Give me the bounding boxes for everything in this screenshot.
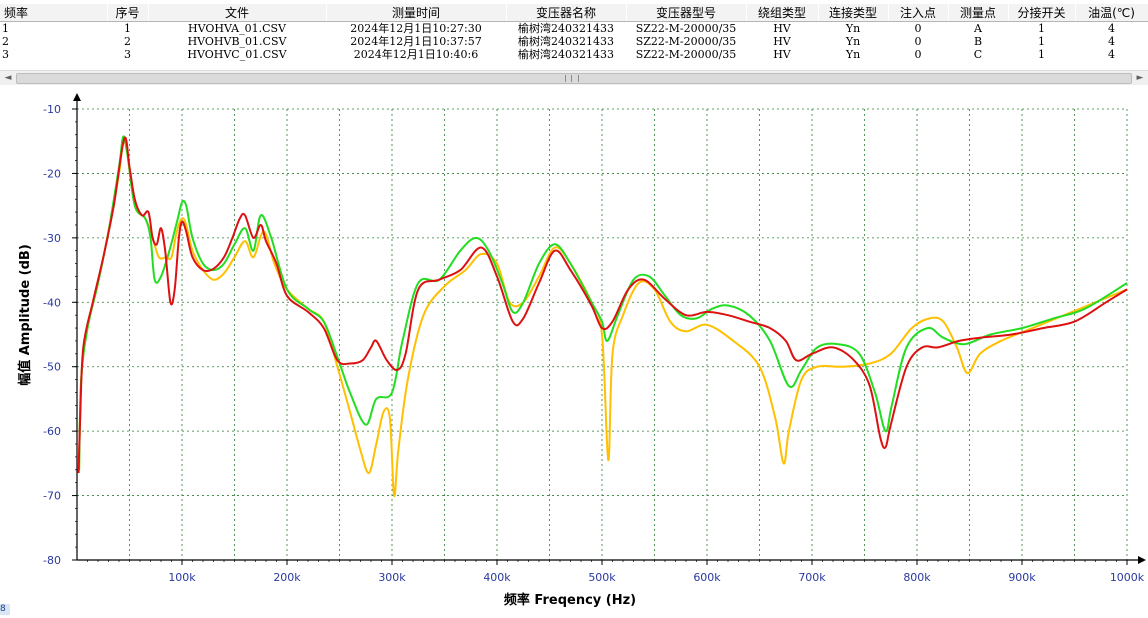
- column-header-measure-point[interactable]: 测量点: [947, 4, 1009, 22]
- cell-frequency: 1: [2, 22, 9, 35]
- cell-measure-time: 2024年12月1日10:37:57: [350, 35, 482, 48]
- fra-chart[interactable]: -10 -20 -30 -40 -50 -60 -70 -80 100k 200k 300k 400k…: [0, 86, 1148, 615]
- cell-index: 3: [124, 48, 131, 61]
- column-header-file[interactable]: 文件: [147, 4, 327, 22]
- y-tick-label: -40: [43, 296, 61, 309]
- y-axis-label: 幅值 Amplitude (dB): [17, 244, 33, 386]
- x-axis-arrow-icon: [1138, 556, 1146, 564]
- y-tick-label: -50: [43, 361, 61, 374]
- cell-connection-type: Yn: [845, 35, 861, 48]
- cell-tap-changer: 1: [1038, 35, 1045, 48]
- x-tick-label: 500k: [588, 571, 616, 584]
- cell-measure-point: B: [973, 35, 983, 48]
- horizontal-scrollbar[interactable]: ◄ ►: [0, 70, 1148, 85]
- cell-frequency: 2: [2, 35, 9, 48]
- measurement-table-grid: 频率 序号 文件 测量时间 变压器名称 变压器型号 绕组类型 连接类型 注入点 …: [0, 4, 1148, 61]
- cell-winding-type: HV: [773, 48, 791, 61]
- y-tick-label: -10: [43, 103, 61, 116]
- cell-connection-type: Yn: [845, 48, 861, 61]
- cell-file: HVOHVB_01.CSV: [187, 35, 287, 48]
- column-header-measure-time[interactable]: 测量时间: [325, 4, 507, 22]
- x-tick-label: 600k: [693, 571, 721, 584]
- cell-measure-point: C: [973, 48, 983, 61]
- cell-connection-type: Yn: [845, 22, 861, 35]
- column-header-index[interactable]: 序号: [106, 4, 149, 22]
- y-tick-label: -60: [43, 425, 61, 438]
- cell-measure-point: A: [974, 22, 982, 35]
- table-row[interactable]: 3 3 HVOHVC_01.CSV 2024年12月1日10:40:6 榆树湾2…: [0, 48, 1148, 61]
- cell-transformer-name: 榆树湾240321433: [518, 48, 614, 61]
- column-header-connection-type[interactable]: 连接类型: [817, 4, 889, 22]
- cell-index: 2: [124, 35, 131, 48]
- column-header-transformer-name[interactable]: 变压器名称: [505, 4, 627, 22]
- table-row[interactable]: 2 2 HVOHVB_01.CSV 2024年12月1日10:37:57 榆树湾…: [0, 35, 1148, 48]
- cell-oil-temp: 4: [1108, 48, 1115, 61]
- cell-injection-point: 0: [914, 48, 922, 61]
- cell-injection-point: 0: [914, 35, 922, 48]
- column-header-transformer-model[interactable]: 变压器型号: [625, 4, 747, 22]
- cell-oil-temp: 4: [1108, 22, 1115, 35]
- y-tick-label: -20: [43, 167, 61, 180]
- chart-area: -10 -20 -30 -40 -50 -60 -70 -80 100k 200k 300k 400k…: [0, 86, 1148, 615]
- column-header-winding-type[interactable]: 绕组类型: [745, 4, 819, 22]
- scroll-right-arrow-icon[interactable]: ►: [1134, 73, 1146, 83]
- table-header-row: 频率 序号 文件 测量时间 变压器名称 变压器型号 绕组类型 连接类型 注入点 …: [0, 4, 1148, 22]
- corner-tag: 8: [0, 604, 10, 615]
- scrollbar-thumb[interactable]: [16, 73, 1132, 84]
- cell-transformer-model: SZ22-M-20000/35: [635, 22, 737, 35]
- x-tick-label: 200k: [273, 571, 301, 584]
- cell-file: HVOHVA_01.CSV: [188, 22, 286, 35]
- x-tick-label: 400k: [483, 571, 511, 584]
- cell-transformer-model: SZ22-M-20000/35: [635, 48, 737, 61]
- x-tick-label: 700k: [798, 571, 826, 584]
- cell-winding-type: HV: [773, 35, 791, 48]
- cell-transformer-name: 榆树湾240321433: [518, 22, 614, 35]
- cell-frequency: 3: [2, 48, 9, 61]
- table-row[interactable]: 1 1 HVOHVA_01.CSV 2024年12月1日10:27:30 榆树湾…: [0, 22, 1148, 36]
- x-tick-label: 1000k: [1110, 571, 1145, 584]
- cell-file: HVOHVC_01.CSV: [187, 48, 287, 61]
- measurement-table: 频率 序号 文件 测量时间 变压器名称 变压器型号 绕组类型 连接类型 注入点 …: [0, 0, 1148, 73]
- series-line-1: [78, 139, 1128, 497]
- cell-transformer-model: SZ22-M-20000/35: [635, 35, 737, 48]
- x-tick-label: 900k: [1008, 571, 1036, 584]
- x-tick-label: 800k: [903, 571, 931, 584]
- x-axis-label: 频率 Freqency (Hz): [504, 592, 636, 608]
- x-tick-label: 300k: [378, 571, 406, 584]
- x-tick-label: 100k: [168, 571, 196, 584]
- y-tick-label: -30: [43, 232, 61, 245]
- cell-tap-changer: 1: [1038, 48, 1045, 61]
- cell-transformer-name: 榆树湾240321433: [518, 35, 614, 48]
- cell-oil-temp: 4: [1108, 35, 1115, 48]
- y-axis-arrow-icon: [73, 93, 81, 101]
- column-header-injection-point[interactable]: 注入点: [887, 4, 949, 22]
- column-header-oil-temp[interactable]: 油温(℃): [1074, 4, 1148, 22]
- axes-layer: [73, 93, 1146, 564]
- cell-index: 1: [124, 22, 131, 35]
- grip-icon: [565, 75, 579, 82]
- ticks-layer: -10 -20 -30 -40 -50 -60 -70 -80 100k 200k 300k 400k…: [43, 103, 1145, 584]
- column-header-frequency[interactable]: 频率: [0, 4, 108, 22]
- cell-tap-changer: 1: [1038, 22, 1045, 35]
- cell-measure-time: 2024年12月1日10:40:6: [353, 48, 479, 61]
- cell-injection-point: 0: [914, 22, 922, 35]
- cell-measure-time: 2024年12月1日10:27:30: [350, 22, 482, 35]
- column-header-tap-changer[interactable]: 分接开关: [1007, 4, 1076, 22]
- y-tick-label: -80: [43, 554, 61, 567]
- cell-winding-type: HV: [773, 22, 791, 35]
- y-tick-label: -70: [43, 490, 61, 503]
- scroll-left-arrow-icon[interactable]: ◄: [2, 73, 14, 83]
